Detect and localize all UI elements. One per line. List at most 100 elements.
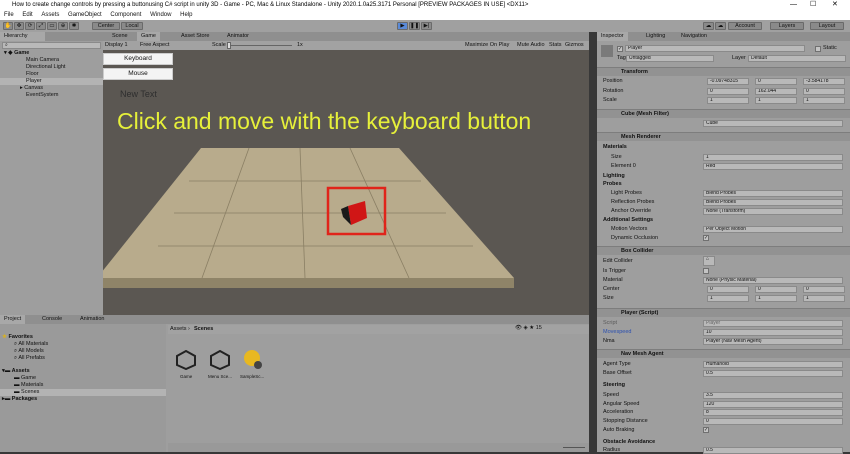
favorite-all-materials[interactable]: ⌕ All Materials — [14, 341, 48, 348]
acceleration-field[interactable]: 8 — [703, 409, 843, 416]
menu-edit[interactable]: Edit — [22, 12, 32, 18]
menu-assets[interactable]: Assets — [41, 12, 59, 18]
cloud-icon[interactable]: ☁ — [715, 22, 726, 30]
size-x-field[interactable]: 1 — [707, 295, 749, 302]
dynamic-occlusion-checkbox[interactable]: ✓ — [703, 235, 709, 241]
static-checkbox[interactable] — [815, 46, 821, 52]
folder-game[interactable]: ▬ Game — [14, 375, 36, 381]
icon-size-slider[interactable] — [563, 447, 585, 448]
nav-mesh-agent-header[interactable]: Nav Mesh Agent — [597, 349, 850, 358]
breadcrumb-scenes[interactable]: Scenes — [194, 326, 213, 332]
favorite-all-prefabs[interactable]: ⌕ All Prefabs — [14, 355, 45, 362]
tab-scene[interactable]: Scene — [108, 32, 132, 41]
tab-inspector[interactable]: Inspector — [597, 32, 628, 41]
additional-settings-foldout[interactable]: Additional Settings — [603, 217, 653, 223]
edit-collider-button[interactable]: ⌂ — [703, 256, 715, 266]
hierarchy-search-input[interactable]: ⌕ — [2, 42, 101, 49]
size-y-field[interactable]: 1 — [755, 295, 797, 302]
movespeed-field[interactable]: 10 — [703, 329, 843, 336]
scale-x-field[interactable]: 1 — [707, 97, 749, 104]
probes-foldout[interactable]: Probes — [603, 181, 622, 187]
hierarchy-item-floor[interactable]: Floor — [26, 71, 39, 77]
menu-gameobject[interactable]: GameObject — [68, 12, 102, 18]
tab-navigation[interactable]: Navigation — [677, 32, 711, 41]
transform-header[interactable]: Transform — [597, 67, 850, 76]
scale-slider-thumb[interactable] — [227, 42, 231, 49]
tag-dropdown[interactable]: Untagged — [626, 55, 714, 62]
pivot-local-toggle[interactable]: Local — [121, 22, 143, 30]
player-script-header[interactable]: Player (Script) — [597, 308, 850, 317]
center-x-field[interactable]: 0 — [707, 286, 749, 293]
agent-type-dropdown[interactable]: Humanoid — [703, 361, 843, 368]
mouse-button[interactable]: Mouse — [103, 68, 173, 80]
menu-file[interactable]: File — [4, 12, 14, 18]
scale-tool-icon[interactable]: ⤢ — [36, 22, 46, 30]
keyboard-button[interactable]: Keyboard — [103, 53, 173, 65]
layer-dropdown[interactable]: Default — [748, 55, 846, 62]
account-dropdown[interactable]: Account — [728, 22, 762, 30]
step-button[interactable]: ▶| — [421, 22, 432, 30]
rect-tool-icon[interactable]: ▭ — [47, 22, 57, 30]
motion-vectors-dropdown[interactable]: Per Object Motion — [703, 226, 843, 233]
scale-z-field[interactable]: 1 — [803, 97, 845, 104]
tab-project[interactable]: Project — [0, 315, 26, 324]
maximize-on-play-toggle[interactable]: Maximize On Play — [465, 42, 509, 48]
reflection-probes-dropdown[interactable]: Blend Probes — [703, 199, 843, 206]
collider-material-field[interactable]: None (Physic Material) — [703, 277, 843, 284]
box-collider-header[interactable]: Box Collider — [597, 246, 850, 255]
scene-file-game[interactable] — [176, 349, 196, 371]
rotate-tool-icon[interactable]: ⟳ — [25, 22, 35, 30]
gameobject-name-field[interactable]: Player — [625, 45, 805, 52]
hierarchy-item-main-camera[interactable]: Main Camera — [26, 57, 59, 63]
pause-button[interactable]: ❚❚ — [409, 22, 420, 30]
layout-dropdown[interactable]: Layout — [810, 22, 844, 30]
close-button[interactable]: ✕ — [832, 0, 838, 10]
base-offset-field[interactable]: 0.5 — [703, 370, 843, 377]
angular-speed-field[interactable]: 120 — [703, 401, 843, 408]
stopping-distance-field[interactable]: 0 — [703, 418, 843, 425]
maximize-button[interactable]: ☐ — [810, 0, 816, 10]
mute-audio-toggle[interactable]: Mute Audio — [517, 42, 545, 48]
mesh-field[interactable]: Cube — [703, 120, 843, 127]
rotation-x-field[interactable]: 0 — [707, 88, 749, 95]
assets-header[interactable]: ▾▬ Assets — [2, 368, 30, 374]
position-y-field[interactable]: 0 — [755, 78, 797, 85]
scene-file-sample[interactable] — [242, 349, 264, 371]
materials-size-field[interactable]: 1 — [703, 154, 843, 161]
tab-lighting[interactable]: Lighting — [642, 32, 669, 41]
hierarchy-scene-root[interactable]: ▾ ◆ Game — [4, 50, 29, 56]
collab-icon[interactable]: ☁ — [703, 22, 714, 30]
menu-window[interactable]: Window — [150, 12, 171, 18]
rotation-z-field[interactable]: 0 — [803, 88, 845, 95]
pivot-center-toggle[interactable]: Center — [92, 22, 120, 30]
play-button[interactable]: ▶ — [397, 22, 408, 30]
mesh-filter-header[interactable]: Cube (Mesh Filter) — [597, 109, 850, 118]
anchor-override-field[interactable]: None (Transform) — [703, 208, 843, 215]
scale-slider-track[interactable] — [227, 45, 292, 46]
lighting-foldout[interactable]: Lighting — [603, 173, 625, 179]
custom-tool-icon[interactable]: ✱ — [69, 22, 79, 30]
tag-icon[interactable]: ◈ — [524, 325, 528, 331]
minimize-button[interactable]: — — [790, 0, 797, 10]
menu-component[interactable]: Component — [110, 12, 141, 18]
hierarchy-item-eventsystem[interactable]: EventSystem — [26, 92, 58, 98]
eye-icon[interactable]: 👁 — [515, 325, 522, 331]
position-x-field[interactable]: -0.09748315 — [707, 78, 749, 85]
auto-braking-checkbox[interactable]: ✓ — [703, 427, 709, 433]
packages-header[interactable]: ▸▬ Packages — [2, 396, 37, 402]
position-z-field[interactable]: -3.584178 — [803, 78, 845, 85]
rotation-y-field[interactable]: 162.044 — [755, 88, 797, 95]
stats-toggle[interactable]: Stats — [549, 42, 562, 48]
tab-game[interactable]: Game — [137, 32, 160, 41]
panel-splitter[interactable] — [589, 32, 597, 452]
gizmos-dropdown[interactable]: Gizmos — [565, 42, 584, 48]
favorites-header[interactable]: ★ Favorites — [2, 334, 33, 340]
folder-materials[interactable]: ▬ Materials — [14, 382, 43, 388]
display-dropdown[interactable]: Display 1 — [105, 42, 128, 48]
layers-dropdown[interactable]: Layers — [770, 22, 804, 30]
menu-help[interactable]: Help — [180, 12, 192, 18]
hand-tool-icon[interactable]: ✋ — [3, 22, 13, 30]
mesh-renderer-header[interactable]: Mesh Renderer — [597, 132, 850, 141]
scene-file-menu[interactable] — [210, 349, 230, 371]
materials-foldout[interactable]: Materials — [603, 144, 627, 150]
